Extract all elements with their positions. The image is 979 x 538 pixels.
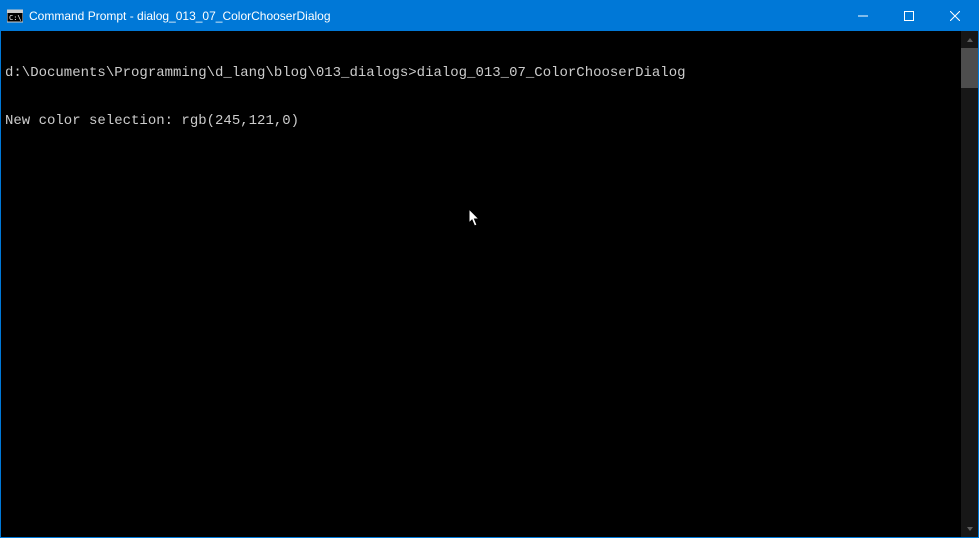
maximize-button[interactable] bbox=[886, 1, 932, 31]
scroll-up-button[interactable] bbox=[961, 31, 978, 48]
window-controls bbox=[840, 1, 978, 31]
close-button[interactable] bbox=[932, 1, 978, 31]
window-title: Command Prompt - dialog_013_07_ColorChoo… bbox=[29, 9, 840, 23]
vertical-scrollbar[interactable] bbox=[961, 31, 978, 537]
window: C:\ Command Prompt - dialog_013_07_Color… bbox=[0, 0, 979, 538]
scrollbar-track[interactable] bbox=[961, 48, 978, 520]
terminal-line: New color selection: rgb(245,121,0) bbox=[5, 113, 957, 129]
cmd-icon: C:\ bbox=[7, 8, 23, 24]
terminal-line: d:\Documents\Programming\d_lang\blog\013… bbox=[5, 65, 957, 81]
client-area: d:\Documents\Programming\d_lang\blog\013… bbox=[1, 31, 978, 537]
scroll-down-button[interactable] bbox=[961, 520, 978, 537]
svg-text:C:\: C:\ bbox=[9, 14, 22, 22]
terminal-output[interactable]: d:\Documents\Programming\d_lang\blog\013… bbox=[1, 31, 961, 537]
minimize-button[interactable] bbox=[840, 1, 886, 31]
titlebar[interactable]: C:\ Command Prompt - dialog_013_07_Color… bbox=[1, 1, 978, 31]
scrollbar-thumb[interactable] bbox=[961, 48, 978, 88]
